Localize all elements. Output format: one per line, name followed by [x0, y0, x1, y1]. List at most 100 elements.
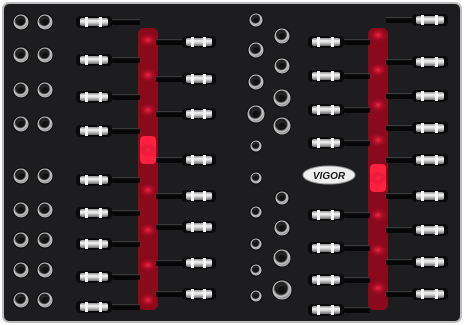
bit-right-inner-3-ring-a [421, 123, 424, 133]
shaft-left-inner-2-shine [156, 111, 184, 113]
bit-right-outer-5-ring-b [331, 243, 334, 253]
bit-left-outer-5-ring-a [85, 208, 88, 218]
bit-right-inner-0-ring-a [421, 15, 424, 25]
bit-left-inner-6 [186, 259, 212, 267]
bit-left-outer-3-ring-b [99, 126, 102, 136]
shaft-right-inner-6-shine [386, 227, 414, 229]
bit-right-inner-5 [416, 192, 444, 200]
socket-left-b-8-hole [41, 296, 49, 304]
bit-left-inner-6-ring-b [203, 258, 206, 268]
bit-left-outer-2-ring-b [99, 92, 102, 102]
shaft-left-inner-3-shine [156, 157, 184, 159]
shaft-left-outer-5-shine [112, 210, 140, 212]
shaft-right-inner-1-shine [386, 59, 414, 61]
bit-left-inner-4-ring-a [191, 191, 194, 201]
right-glow-5 [369, 208, 387, 222]
shaft-left-inner-6-shine [156, 260, 184, 262]
shaft-right-outer-4-shine [344, 212, 370, 214]
bit-left-inner-2-ring-b [203, 109, 206, 119]
shaft-left-inner-5-shine [156, 224, 184, 226]
right-glow-3 [369, 133, 387, 147]
shaft-right-inner-8-shine [386, 291, 414, 293]
bit-left-outer-8-ring-a [85, 302, 88, 312]
bit-right-outer-1-ring-a [317, 71, 320, 81]
left-glow-3 [139, 143, 157, 157]
bit-right-inner-0-ring-b [435, 15, 438, 25]
bit-left-outer-5 [80, 209, 108, 217]
bit-left-inner-3-ring-b [203, 155, 206, 165]
shaft-left-inner-0-shine [156, 39, 184, 41]
shaft-right-outer-2-shine [344, 107, 370, 109]
socket-center-low-8-hole [253, 293, 259, 299]
shaft-left-inner-4-shine [156, 193, 184, 195]
bit-right-outer-3-ring-b [331, 138, 334, 148]
bit-right-inner-8-ring-a [421, 289, 424, 299]
bit-right-outer-0 [312, 38, 340, 46]
socket-center-top-4-hole [252, 78, 260, 86]
bit-right-inner-8 [416, 290, 444, 298]
left-glow-7 [139, 293, 157, 307]
socket-center-top-6-hole [252, 110, 260, 118]
socket-center-top-0-hole [253, 17, 259, 23]
bit-left-inner-1-ring-a [191, 74, 194, 84]
bit-left-outer-4-ring-a [85, 175, 88, 185]
bit-right-inner-0 [416, 16, 444, 24]
shaft-left-outer-6-shine [112, 241, 140, 243]
bit-left-inner-5-ring-a [191, 222, 194, 232]
bit-right-outer-4-ring-a [317, 210, 320, 220]
bit-left-outer-5-ring-b [99, 208, 102, 218]
bit-right-inner-7 [416, 258, 444, 266]
bit-right-inner-7-ring-a [421, 257, 424, 267]
bit-left-inner-5-ring-b [203, 222, 206, 232]
socket-left-a-7-hole [17, 266, 25, 274]
bit-right-outer-1 [312, 72, 340, 80]
bit-right-inner-4-ring-b [435, 155, 438, 165]
socket-center-top-1-hole [278, 32, 286, 40]
bit-right-outer-2 [312, 106, 340, 114]
bit-right-inner-5-ring-b [435, 191, 438, 201]
bit-left-outer-7-ring-b [99, 272, 102, 282]
left-glow-6 [139, 258, 157, 272]
bit-left-inner-1 [186, 75, 212, 83]
bit-right-outer-0-ring-a [317, 37, 320, 47]
bit-left-outer-4-ring-b [99, 175, 102, 185]
left-glow-4 [139, 183, 157, 197]
shaft-right-inner-3-shine [386, 125, 414, 127]
bit-right-inner-6 [416, 226, 444, 234]
bit-left-outer-7 [80, 273, 108, 281]
bit-left-outer-8-ring-b [99, 302, 102, 312]
socket-center-low-4-hole [253, 241, 259, 247]
tool-tray-photo: VIGOR [0, 0, 464, 325]
bit-right-outer-3-ring-a [317, 138, 320, 148]
socket-left-b-5-hole [41, 206, 49, 214]
socket-left-b-3-hole [41, 120, 49, 128]
bit-left-inner-3-ring-a [191, 155, 194, 165]
bit-right-outer-4 [312, 211, 340, 219]
bit-right-inner-1-ring-a [421, 57, 424, 67]
bit-right-outer-2-ring-a [317, 105, 320, 115]
shaft-right-outer-3-shine [344, 140, 370, 142]
bit-left-outer-2 [80, 93, 108, 101]
socket-left-b-2-hole [41, 86, 49, 94]
bit-right-outer-5-ring-a [317, 243, 320, 253]
bit-right-outer-7-ring-a [317, 305, 320, 315]
bit-left-inner-0 [186, 38, 212, 46]
socket-center-top-7-hole [278, 122, 286, 130]
bit-left-outer-0-ring-b [99, 17, 102, 27]
shaft-right-outer-1-shine [344, 73, 370, 75]
bit-right-inner-3-ring-b [435, 123, 438, 133]
bit-right-inner-8-ring-b [435, 289, 438, 299]
bit-right-inner-4 [416, 156, 444, 164]
bit-right-inner-2-ring-a [421, 91, 424, 101]
shaft-right-inner-2-shine [386, 93, 414, 95]
bit-right-inner-2 [416, 92, 444, 100]
socket-center-low-7-hole [278, 254, 286, 262]
socket-center-low-5-hole [278, 224, 286, 232]
bit-right-outer-4-ring-b [331, 210, 334, 220]
bit-right-outer-5 [312, 244, 340, 252]
bit-right-inner-1-ring-b [435, 57, 438, 67]
socket-center-low-1-hole [253, 175, 259, 181]
socket-left-a-8-hole [17, 296, 25, 304]
bit-left-outer-1-ring-a [85, 55, 88, 65]
bit-left-outer-3-ring-a [85, 126, 88, 136]
